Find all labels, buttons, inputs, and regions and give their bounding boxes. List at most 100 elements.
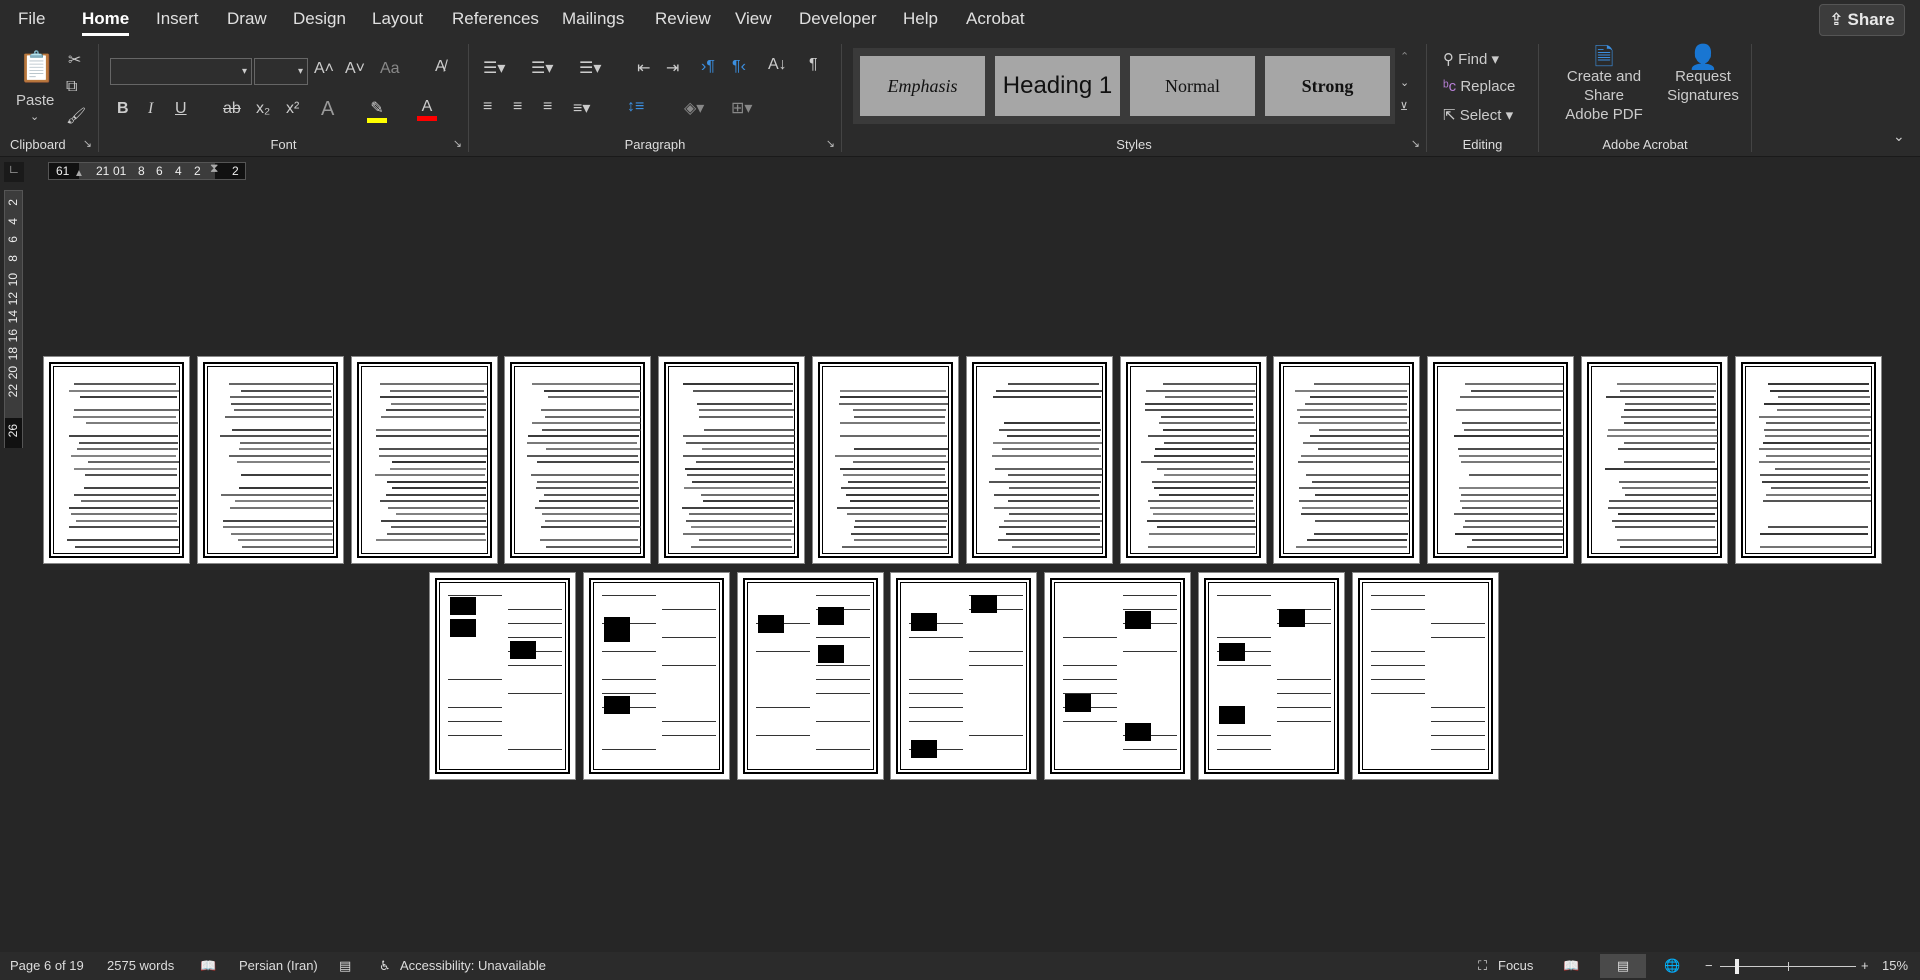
zoom-out-button[interactable]: − [1705,958,1713,973]
styles-launcher-icon[interactable]: ↘ [1411,137,1420,150]
tab-developer[interactable]: Developer [799,9,877,29]
replace-button[interactable]: ᵇc Replace [1443,78,1515,95]
create-share-pdf-button[interactable]: 🗎 Create and Share Adobe PDF [1549,46,1659,124]
styles-scroll-up-icon[interactable]: ⌃ [1400,50,1409,63]
subscript-button[interactable]: x₂ [256,100,270,118]
tab-review[interactable]: Review [655,9,711,29]
paragraph-launcher-icon[interactable]: ↘ [826,137,835,150]
document-page[interactable] [1119,356,1267,564]
tab-selector-icon[interactable]: ∟ [4,162,24,182]
change-case-button[interactable]: Aa [380,60,400,78]
styles-scroll-down-icon[interactable]: ⌄ [1400,76,1409,89]
multilevel-list-icon[interactable]: ☰▾ [579,58,601,78]
track-changes-icon[interactable]: ▤ [339,958,351,974]
proofing-icon[interactable]: 📖 [200,958,216,974]
horizontal-ruler[interactable]: 61 21 01 8 6 4 2 2 ⧗ ▲ [48,161,246,180]
find-button[interactable]: ⚲ Find ▾ [1443,50,1499,68]
line-spacing-icon[interactable]: ↕≡ [627,98,644,116]
rtl-icon[interactable]: ¶‹ [732,58,746,76]
borders-icon[interactable]: ⊞▾ [731,98,752,118]
tab-file[interactable]: File [18,9,45,29]
language[interactable]: Persian (Iran) [239,958,318,973]
styles-more-icon[interactable]: ⊻ [1400,100,1408,113]
align-left-icon[interactable]: ≡ [483,98,492,116]
document-page[interactable] [1427,356,1575,564]
vertical-ruler[interactable]: 2 4 6 8 10 12 14 16 18 20 22 26 [4,190,23,448]
select-button[interactable]: ⇱ Select ▾ [1443,106,1513,124]
text-effects-icon[interactable]: A [321,98,334,121]
font-color-icon[interactable]: A [417,98,437,121]
font-launcher-icon[interactable]: ↘ [453,137,462,150]
document-page[interactable] [196,356,344,564]
paste-icon[interactable]: 📋 [18,50,55,85]
document-page[interactable] [582,572,730,780]
sort-icon[interactable]: A↓ [768,56,787,74]
request-signatures-button[interactable]: 👤 Request Signatures [1663,46,1743,105]
font-size-combo[interactable]: ▾ [254,58,308,85]
document-page[interactable] [350,356,498,564]
bold-button[interactable]: B [117,100,129,118]
document-page[interactable] [736,572,884,780]
page-count[interactable]: Page 6 of 19 [10,958,84,973]
tab-mailings[interactable]: Mailings [562,9,624,29]
share-button[interactable]: ⇪ Share [1819,4,1905,36]
italic-button[interactable]: I [148,100,153,118]
font-name-combo[interactable]: ▾ [110,58,252,85]
zoom-level[interactable]: 15% [1882,958,1908,973]
read-mode-icon[interactable]: 📖 [1563,958,1579,974]
indent-marker-icon[interactable]: ⧗ [210,161,218,176]
bullets-icon[interactable]: ☰▾ [483,58,505,78]
tab-draw[interactable]: Draw [227,9,267,29]
collapse-ribbon-icon[interactable]: ⌄ [1893,128,1905,145]
paste-dropdown-icon[interactable]: ⌄ [30,110,39,123]
focus-icon[interactable]: ⛶ [1478,958,1487,974]
web-layout-icon[interactable]: 🌐 [1664,958,1680,974]
highlight-color-icon[interactable]: ✎ [367,98,387,123]
style-normal[interactable]: Normal [1130,56,1255,116]
show-formatting-icon[interactable]: ¶ [809,56,818,74]
focus-button[interactable]: Focus [1498,958,1533,973]
style-heading-1[interactable]: Heading 1 [995,56,1120,116]
document-page[interactable] [43,356,190,564]
document-page[interactable] [1351,572,1499,780]
align-right-icon[interactable]: ≡ [543,98,552,116]
document-page[interactable] [658,356,806,564]
zoom-slider-thumb[interactable] [1735,959,1740,974]
document-page[interactable] [890,572,1038,780]
copy-icon[interactable]: ⧉ [66,78,77,96]
print-layout-icon[interactable]: ▤ [1600,954,1646,978]
shrink-font-button[interactable]: A˅ [345,60,365,78]
zoom-slider[interactable] [1720,959,1856,974]
numbering-icon[interactable]: ☰▾ [531,58,553,78]
tab-acrobat[interactable]: Acrobat [966,9,1025,29]
tab-insert[interactable]: Insert [156,9,199,29]
tab-home[interactable]: Home [82,9,130,36]
style-emphasis[interactable]: Emphasis [860,56,985,116]
document-page[interactable] [429,572,576,780]
tab-help[interactable]: Help [903,9,938,29]
paste-button[interactable]: Paste [16,92,54,109]
document-page[interactable] [1198,572,1345,780]
document-page[interactable] [1734,356,1882,564]
format-painter-icon[interactable]: 🖌 [66,106,86,126]
tab-references[interactable]: References [452,9,539,29]
tab-view[interactable]: View [735,9,772,29]
style-strong[interactable]: Strong [1265,56,1390,116]
tab-layout[interactable]: Layout [372,9,423,29]
clear-formatting-icon[interactable]: A̸ [435,58,446,76]
strikethrough-button[interactable]: ab [223,100,241,118]
document-page[interactable] [504,356,652,564]
accessibility-status[interactable]: Accessibility: Unavailable [400,958,546,973]
grow-font-button[interactable]: A˄ [314,60,334,78]
shading-icon[interactable]: ◈▾ [684,98,704,118]
decrease-indent-icon[interactable]: ⇤ [637,58,650,78]
superscript-button[interactable]: x² [286,100,299,118]
word-count[interactable]: 2575 words [107,958,174,973]
document-page[interactable] [965,356,1113,564]
accessibility-icon[interactable]: ♿ [379,958,391,974]
tab-design[interactable]: Design [293,9,346,29]
justify-icon[interactable]: ≡▾ [573,98,590,118]
align-center-icon[interactable]: ≡ [513,98,522,116]
document-page[interactable] [1273,356,1421,564]
document-page[interactable] [1581,356,1728,564]
